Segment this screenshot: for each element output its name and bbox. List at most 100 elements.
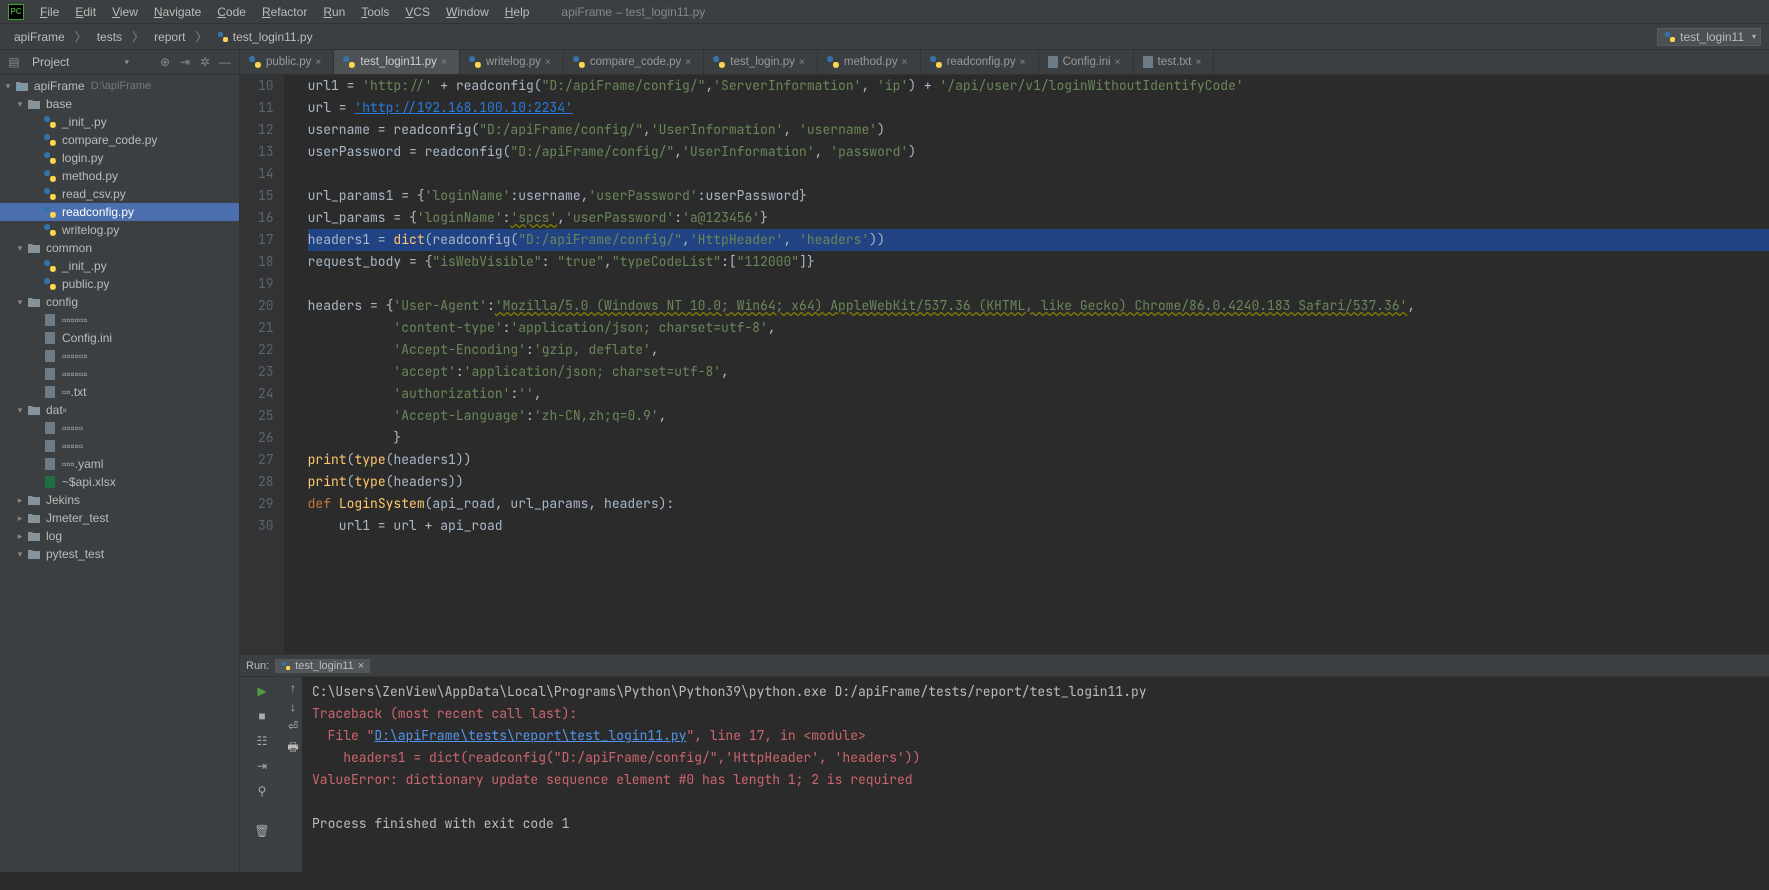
breadcrumb-item[interactable]: tests bbox=[91, 30, 128, 44]
menu-help[interactable]: Help bbox=[497, 5, 538, 19]
code-line[interactable]: url = 'http://192.168.100.10:2234' bbox=[308, 97, 1769, 119]
tree-item[interactable]: _init_.py bbox=[0, 257, 239, 275]
menu-view[interactable]: View bbox=[104, 5, 146, 19]
run-config-selector[interactable]: test_login11 bbox=[1657, 28, 1761, 46]
code-line[interactable]: } bbox=[308, 427, 1769, 449]
close-icon[interactable]: × bbox=[799, 57, 809, 68]
stop-icon[interactable]: ■ bbox=[252, 706, 272, 726]
tree-item[interactable]: method.py bbox=[0, 167, 239, 185]
tree-item[interactable]: read_csv.py bbox=[0, 185, 239, 203]
expander-icon[interactable]: ▾ bbox=[14, 405, 26, 416]
code-line[interactable]: 'accept':'application/json; charset=utf-… bbox=[308, 361, 1769, 383]
down-icon[interactable]: ↓ bbox=[290, 700, 296, 714]
close-icon[interactable]: × bbox=[1115, 57, 1125, 68]
expander-icon[interactable]: ▸ bbox=[14, 531, 26, 542]
breadcrumb-item[interactable]: test_login11.py bbox=[211, 30, 318, 44]
tree-item[interactable]: public.py bbox=[0, 275, 239, 293]
project-tree[interactable]: ▾apiFrameD:\apiFrame▾base_init_.pycompar… bbox=[0, 75, 239, 872]
run-output[interactable]: C:\Users\ZenView\AppData\Local\Programs\… bbox=[302, 677, 1769, 872]
code-line[interactable]: 'Accept-Language':'zh-CN,zh;q=0.9', bbox=[308, 405, 1769, 427]
expander-icon[interactable]: ▸ bbox=[14, 495, 26, 506]
run-tab[interactable]: test_login11 × bbox=[275, 659, 370, 673]
code-line[interactable]: 'Accept-Encoding':'gzip, deflate', bbox=[308, 339, 1769, 361]
code-line[interactable]: request_body = {"isWebVisible": "true","… bbox=[308, 251, 1769, 273]
tree-item[interactable]: ▫▫▫.yaml bbox=[0, 455, 239, 473]
tree-item[interactable]: ▸Jmeter_test bbox=[0, 509, 239, 527]
editor-tab[interactable]: test_login.py× bbox=[704, 50, 818, 74]
hide-icon[interactable]: — bbox=[217, 54, 233, 70]
code-line[interactable]: 'authorization':'', bbox=[308, 383, 1769, 405]
editor-tab[interactable]: compare_code.py× bbox=[564, 50, 704, 74]
menu-file[interactable]: File bbox=[32, 5, 67, 19]
tree-item[interactable]: ▫▫▫▫▫▫ bbox=[0, 347, 239, 365]
close-icon[interactable]: × bbox=[358, 660, 364, 672]
tree-item[interactable]: ▸Jekins bbox=[0, 491, 239, 509]
code-line[interactable]: print(type(headers1)) bbox=[308, 449, 1769, 471]
expander-icon[interactable]: ▾ bbox=[14, 297, 26, 308]
editor-tab[interactable]: test.txt× bbox=[1134, 50, 1215, 74]
code-line[interactable]: headers = {'User-Agent':'Mozilla/5.0 (Wi… bbox=[308, 295, 1769, 317]
editor-tab[interactable]: Config.ini× bbox=[1039, 50, 1134, 74]
code-line[interactable]: print(type(headers)) bbox=[308, 471, 1769, 493]
dropdown-icon[interactable]: ▾ bbox=[124, 57, 129, 68]
project-view-icon[interactable]: ▤ bbox=[6, 54, 22, 70]
tree-item[interactable]: ▾pytest_test bbox=[0, 545, 239, 563]
expander-icon[interactable]: ▾ bbox=[14, 99, 26, 110]
close-icon[interactable]: × bbox=[545, 57, 555, 68]
layout-icon[interactable]: ☷ bbox=[252, 731, 272, 751]
print-icon[interactable]: 🖶 bbox=[287, 738, 298, 759]
expander-icon[interactable]: ▸ bbox=[14, 513, 26, 524]
expander-icon[interactable]: ▾ bbox=[2, 81, 14, 92]
close-icon[interactable]: × bbox=[902, 57, 912, 68]
editor-tab[interactable]: method.py× bbox=[818, 50, 921, 74]
tree-item[interactable]: ▾config bbox=[0, 293, 239, 311]
menu-edit[interactable]: Edit bbox=[67, 5, 104, 19]
close-icon[interactable]: × bbox=[1195, 57, 1205, 68]
menu-vcs[interactable]: VCS bbox=[397, 5, 438, 19]
code-line[interactable]: url_params = {'loginName':'spcs','userPa… bbox=[308, 207, 1769, 229]
code-content[interactable]: url1 = 'http://' + readconfig("D:/apiFra… bbox=[284, 75, 1769, 654]
close-icon[interactable]: × bbox=[685, 57, 695, 68]
tree-item[interactable]: Config.ini bbox=[0, 329, 239, 347]
close-icon[interactable]: × bbox=[1020, 57, 1030, 68]
export-icon[interactable]: ⇥ bbox=[252, 756, 272, 776]
stack-link[interactable]: D:\apiFrame\tests\report\test_login11.py bbox=[374, 727, 686, 744]
tree-item[interactable]: ~$api.xlsx bbox=[0, 473, 239, 491]
code-line[interactable]: userPassword = readconfig("D:/apiFrame/c… bbox=[308, 141, 1769, 163]
rerun-icon[interactable]: ▶ bbox=[252, 681, 272, 701]
code-line[interactable]: def LoginSystem(api_road, url_params, he… bbox=[308, 493, 1769, 515]
tree-item[interactable]: ▫▫.txt bbox=[0, 383, 239, 401]
breadcrumb-item[interactable]: report bbox=[148, 30, 191, 44]
close-icon[interactable]: × bbox=[315, 57, 325, 68]
code-line[interactable]: url1 = url + api_road bbox=[308, 515, 1769, 537]
wrap-icon[interactable]: ⏎ bbox=[288, 719, 298, 733]
menu-navigate[interactable]: Navigate bbox=[146, 5, 209, 19]
trash-icon[interactable]: 🗑 bbox=[252, 821, 272, 841]
tree-item[interactable]: ▫▫▫▫▫▫ bbox=[0, 365, 239, 383]
tree-item[interactable]: ▫▫▫▫▫ bbox=[0, 419, 239, 437]
menu-refactor[interactable]: Refactor bbox=[254, 5, 315, 19]
expander-icon[interactable]: ▾ bbox=[14, 243, 26, 254]
tree-item[interactable]: ▾common bbox=[0, 239, 239, 257]
settings-icon[interactable]: ✲ bbox=[197, 54, 213, 70]
code-line[interactable] bbox=[308, 273, 1769, 295]
tree-item[interactable]: ▫▫▫▫▫ bbox=[0, 437, 239, 455]
breadcrumb-item[interactable]: apiFrame bbox=[8, 30, 71, 44]
tree-item[interactable]: writelog.py bbox=[0, 221, 239, 239]
locate-icon[interactable]: ⊕ bbox=[157, 54, 173, 70]
pin-icon[interactable]: ⚲ bbox=[252, 781, 272, 801]
code-line[interactable]: 'content-type':'application/json; charse… bbox=[308, 317, 1769, 339]
tree-item[interactable]: _init_.py bbox=[0, 113, 239, 131]
menu-run[interactable]: Run bbox=[315, 5, 353, 19]
tree-item[interactable]: ▾dat▫ bbox=[0, 401, 239, 419]
menu-code[interactable]: Code bbox=[209, 5, 254, 19]
tree-item[interactable]: ▾base bbox=[0, 95, 239, 113]
code-line[interactable]: url1 = 'http://' + readconfig("D:/apiFra… bbox=[308, 75, 1769, 97]
editor-tab[interactable]: public.py× bbox=[240, 50, 334, 74]
code-line[interactable]: url_params1 = {'loginName':username,'use… bbox=[308, 185, 1769, 207]
tree-item[interactable]: login.py bbox=[0, 149, 239, 167]
tree-item[interactable]: compare_code.py bbox=[0, 131, 239, 149]
tree-item[interactable]: ▸log bbox=[0, 527, 239, 545]
editor-tab[interactable]: readconfig.py× bbox=[921, 50, 1039, 74]
up-icon[interactable]: ↑ bbox=[290, 681, 296, 695]
